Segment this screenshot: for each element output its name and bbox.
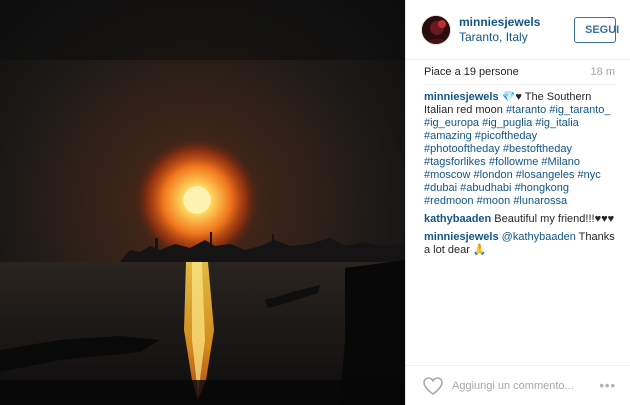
hashtag-link[interactable]: #tagsforlikes bbox=[424, 156, 486, 168]
hashtag-link[interactable]: #abudhabi bbox=[460, 182, 511, 194]
comment-username[interactable]: minniesjewels bbox=[424, 231, 499, 243]
caption-emoji: 💎♥ bbox=[501, 91, 522, 103]
avatar[interactable] bbox=[421, 14, 451, 45]
comment-text: Beautiful my friend!!!♥♥♥ bbox=[491, 213, 615, 225]
caption-username[interactable]: minniesjewels bbox=[424, 91, 499, 103]
hashtag-link[interactable]: #taranto bbox=[506, 104, 546, 116]
author-username[interactable]: minniesjewels bbox=[459, 15, 574, 30]
hashtag-link[interactable]: #ig_puglia bbox=[482, 117, 532, 129]
hashtag-link[interactable]: #moon bbox=[477, 195, 511, 207]
hashtag-link[interactable]: #followme bbox=[489, 156, 539, 168]
hashtag-link[interactable]: #redmoon bbox=[424, 195, 474, 207]
hashtag-link[interactable]: #moscow bbox=[424, 169, 470, 181]
hashtag-link[interactable]: #lunarossa bbox=[513, 195, 567, 207]
post-header: minniesjewels Taranto, Italy SEGUI bbox=[406, 0, 630, 60]
post-location[interactable]: Taranto, Italy bbox=[459, 30, 574, 45]
post-meta: Piace a 19 persone 18 m bbox=[406, 60, 630, 84]
comments-list: minniesjewels 💎♥ The Southern Italian re… bbox=[406, 85, 630, 257]
hashtag-link[interactable]: #losangeles bbox=[516, 169, 575, 181]
hashtag-link[interactable]: #photooftheday bbox=[424, 143, 500, 155]
hashtag-link[interactable]: #hongkong bbox=[515, 182, 569, 194]
like-count[interactable]: Piace a 19 persone bbox=[424, 66, 519, 78]
comment-item: minniesjewels @kathybaaden Thanks a lot … bbox=[424, 231, 616, 257]
caption-hashtags: #taranto #ig_taranto_ #ig_europa #ig_pug… bbox=[424, 104, 611, 207]
heart-outline-icon[interactable] bbox=[422, 375, 444, 397]
comment-username[interactable]: kathybaaden bbox=[424, 213, 491, 225]
hashtag-link[interactable]: #dubai bbox=[424, 182, 457, 194]
comment-item: kathybaaden Beautiful my friend!!!♥♥♥ bbox=[424, 213, 616, 226]
comment-input[interactable] bbox=[452, 379, 600, 392]
post-modal: minniesjewels Taranto, Italy SEGUI Piace… bbox=[0, 0, 630, 405]
hashtag-link[interactable]: #nyc bbox=[578, 169, 601, 181]
avatar-image bbox=[422, 15, 450, 44]
post-footer: ••• bbox=[406, 365, 630, 405]
hashtag-link[interactable]: #amazing bbox=[424, 130, 472, 142]
hashtag-link[interactable]: #london bbox=[474, 169, 513, 181]
hashtag-link[interactable]: #ig_europa bbox=[424, 117, 479, 129]
hashtag-link[interactable]: #ig_italia bbox=[535, 117, 578, 129]
hashtag-link[interactable]: #bestoftheday bbox=[503, 143, 572, 155]
post-photo[interactable] bbox=[0, 0, 405, 405]
caption: minniesjewels 💎♥ The Southern Italian re… bbox=[424, 91, 616, 208]
hashtag-link[interactable]: #Milano bbox=[541, 156, 580, 168]
follow-button[interactable]: SEGUI bbox=[574, 16, 619, 43]
hashtag-link[interactable]: #picoftheday bbox=[475, 130, 537, 142]
post-author-block: minniesjewels Taranto, Italy bbox=[459, 15, 574, 45]
post-sidebar: minniesjewels Taranto, Italy SEGUI Piace… bbox=[405, 0, 630, 405]
post-timestamp[interactable]: 18 m bbox=[591, 66, 615, 78]
more-options-icon[interactable]: ••• bbox=[599, 378, 616, 393]
comment-mention[interactable]: @kathybaaden bbox=[502, 231, 576, 243]
sunset-image bbox=[0, 0, 405, 405]
hashtag-link[interactable]: #ig_taranto_ bbox=[549, 104, 610, 116]
